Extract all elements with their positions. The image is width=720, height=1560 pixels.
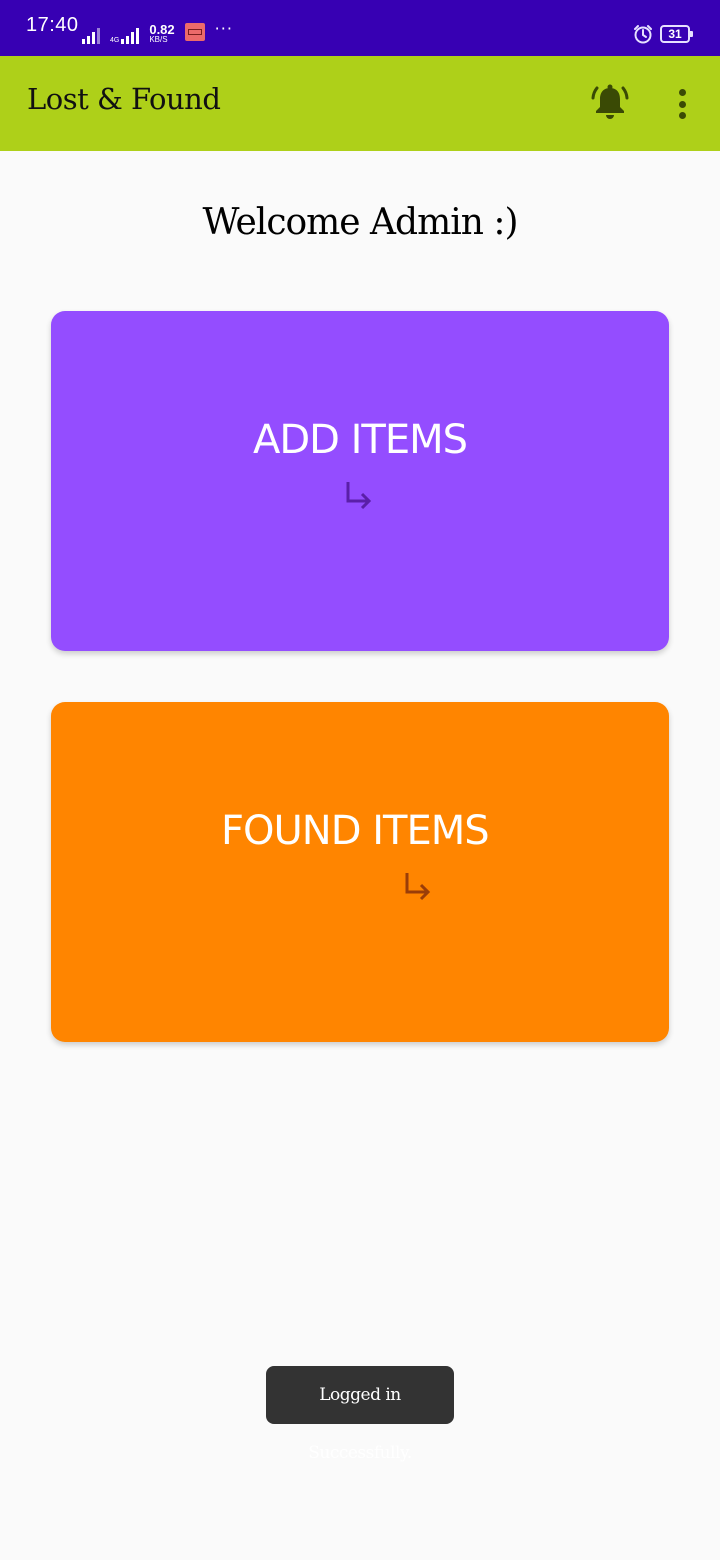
overflow-menu-icon[interactable] bbox=[668, 86, 696, 122]
battery-icon: 31 bbox=[660, 25, 693, 43]
notification-bell-icon[interactable] bbox=[591, 82, 629, 122]
arrow-return-icon bbox=[346, 482, 372, 510]
status-time: 17:40 bbox=[26, 14, 79, 36]
alarm-icon bbox=[634, 25, 652, 44]
add-items-card[interactable]: ADD ITEMS bbox=[51, 311, 669, 651]
welcome-heading: Welcome Admin :) bbox=[202, 202, 518, 243]
app-notification-icon bbox=[184, 23, 205, 41]
found-items-label: FOUND ITEMS bbox=[221, 808, 490, 854]
arrow-return-icon bbox=[405, 873, 431, 901]
network-type: 4G bbox=[110, 37, 120, 44]
signal-4g-icon: 4G bbox=[110, 26, 140, 44]
status-bar: 17:40 4G 0.82 KB/S ··· 31 bbox=[0, 0, 720, 56]
app-bar: Lost & Found bbox=[0, 56, 720, 151]
toast-message: Logged in Successfully. bbox=[266, 1366, 454, 1463]
found-items-card[interactable]: FOUND ITEMS bbox=[51, 702, 669, 1042]
network-speed: 0.82 KB/S bbox=[149, 23, 174, 44]
more-notifications-icon: ··· bbox=[214, 19, 233, 38]
signal-icon bbox=[82, 26, 100, 44]
app-title: Lost & Found bbox=[27, 82, 221, 116]
add-items-label: ADD ITEMS bbox=[252, 417, 468, 463]
status-indicators: 4G 0.82 KB/S ··· bbox=[82, 19, 233, 44]
speed-unit: KB/S bbox=[149, 35, 168, 44]
